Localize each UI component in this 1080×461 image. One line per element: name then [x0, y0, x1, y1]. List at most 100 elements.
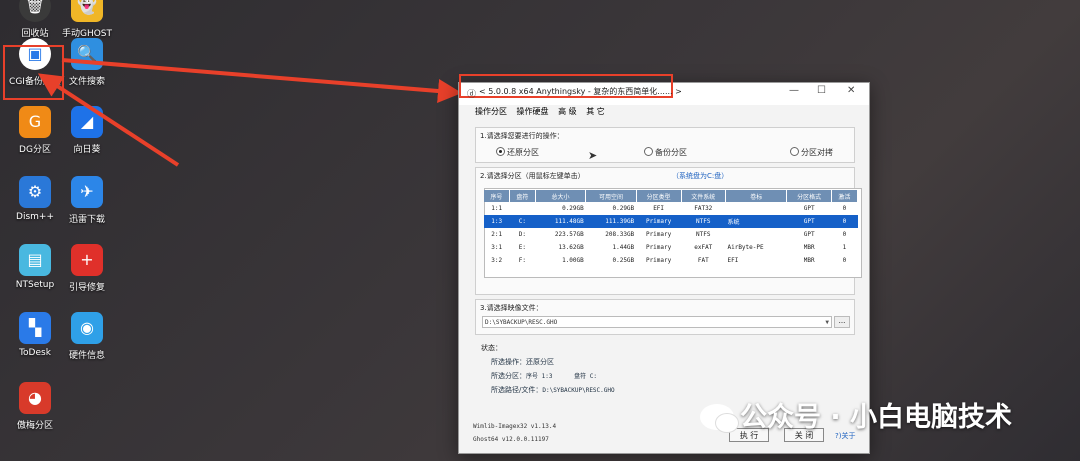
column-header[interactable]: 激活 — [831, 190, 859, 202]
table-cell: F: — [518, 257, 526, 264]
chevron-down-icon: ▼ — [825, 319, 829, 326]
partition-row[interactable]: 1:3 C: 111.48GB 111.39GB Primary NTFS 系统 GPT 0 — [484, 215, 858, 228]
table-cell: 3:1 — [491, 244, 503, 251]
minimize-button[interactable]: — — [789, 85, 799, 96]
status-group: 状态： 所选操作：还原分区 所选分区：序号 1:3 盘符 C: 所选路径/文件：… — [475, 339, 853, 403]
radio-selected-icon — [496, 147, 505, 156]
table-cell: 0.25GB — [612, 257, 635, 264]
table-cell: E: — [518, 244, 526, 251]
image-file-group-title: 3.请选择映像文件： — [480, 304, 543, 312]
table-cell: exFAT — [694, 244, 713, 251]
menu-item-partition[interactable]: 操作分区 — [475, 107, 507, 116]
radio-icon — [790, 147, 799, 156]
arrow-to-title — [61, 58, 462, 103]
table-cell: Primary — [645, 244, 672, 251]
menu-item-disk[interactable]: 操作硬盘 — [517, 107, 549, 116]
status-partition: 所选分区：序号 1:3 盘符 C: — [491, 372, 597, 380]
status-path: 所选路径/文件：D:\SYBACKUP\RESC.GHO — [491, 386, 615, 394]
title-bar: ⓓ < 5.0.0.8 x64 Anythingsky - 复杂的东西简单化..… — [459, 74, 869, 105]
table-cell: 208.33GB — [605, 231, 635, 238]
partition-group: 2.请选择分区（用鼠标左键单击） （系统盘为C:盘） 序号 盘符 总大小 可用空间 分区… — [475, 167, 862, 295]
system-disk-note: （系统盘为C:盘） — [672, 172, 729, 180]
table-cell — [725, 228, 786, 241]
window-title: < 5.0.0.8 x64 Anythingsky - 复杂的东西简单化....… — [479, 87, 682, 96]
table-cell: GPT — [786, 215, 832, 228]
table-cell: 3:2 — [491, 257, 503, 264]
table-cell: C: — [509, 215, 536, 228]
table-cell: 0 — [842, 231, 847, 238]
table-cell: GPT — [803, 205, 815, 212]
ghost-version: Ghost64 v12.0.0.11197 — [473, 436, 549, 443]
table-cell: FAT32 — [694, 205, 713, 212]
partition-row[interactable]: 3:2 F: 1.00GB 0.25GB Primary FAT EFI MBR 0 — [484, 254, 858, 267]
mouse-cursor-icon: ➤ — [588, 149, 598, 162]
menu-item-other[interactable]: 其 它 — [586, 107, 605, 116]
table-cell: Primary — [636, 215, 682, 228]
table-cell: AirByte-PE — [727, 244, 764, 251]
menu-bar: 操作分区 操作硬盘 高 级 其 它 — [475, 106, 612, 117]
table-cell — [509, 202, 535, 215]
table-cell: 0.29GB — [562, 205, 584, 212]
watermark: 公众号 · 小白电脑技术 — [700, 395, 1012, 434]
table-cell: 111.48GB — [535, 215, 586, 228]
operation-group: 1.请选择您要进行的操作： 还原分区 备份分区 分区对拷 ➤ — [475, 127, 855, 163]
arrow-to-icon — [37, 73, 180, 167]
column-header[interactable]: 卷标 — [725, 190, 788, 202]
table-cell: 2:1 — [491, 231, 503, 238]
table-cell: Primary — [645, 257, 672, 264]
table-cell: Primary — [645, 231, 672, 238]
column-header[interactable]: 文件系统 — [681, 190, 726, 202]
table-cell: EFI — [653, 205, 665, 212]
table-cell: 1:3 — [484, 215, 510, 228]
restore-radio[interactable]: 还原分区 — [496, 147, 539, 158]
table-cell: NTFS — [696, 231, 711, 238]
browse-button[interactable]: ... — [834, 316, 850, 328]
status-title: 状态： — [481, 344, 502, 352]
partition-row[interactable]: 1:1 0.29GB 0.29GB EFI FAT32 GPT 0 — [484, 202, 858, 215]
wechat-icon — [700, 404, 739, 433]
radio-icon — [644, 147, 653, 156]
status-operation: 所选操作：还原分区 — [491, 358, 554, 366]
table-cell: 1.00GB — [562, 257, 584, 264]
table-cell: 111.39GB — [585, 215, 637, 228]
wimlib-version: Wimlib-Imagex32 v1.13.4 — [473, 423, 557, 430]
maximize-button[interactable]: ☐ — [817, 85, 826, 96]
table-cell: 13.62GB — [558, 244, 584, 251]
column-header[interactable]: 盘符 — [509, 190, 536, 202]
partition-row[interactable]: 3:1 E: 13.62GB 1.44GB Primary exFAT AirByte-PE… — [484, 241, 858, 254]
app-icon: ⓓ — [467, 90, 477, 100]
column-header[interactable]: 分区格式 — [786, 190, 832, 202]
table-cell: D: — [518, 231, 526, 238]
image-path-combo[interactable]: D:\SYBACKUP\RESC.GHO ▼ — [482, 316, 832, 328]
column-header[interactable]: 可用空间 — [585, 190, 637, 202]
table-cell: MBR — [803, 244, 815, 251]
table-cell: 223.57GB — [554, 231, 584, 238]
table-cell — [725, 202, 786, 215]
table-cell: 1:1 — [491, 205, 503, 212]
partition-group-title: 2.请选择分区（用鼠标左键单击） — [480, 172, 585, 180]
table-cell: 0 — [842, 205, 847, 212]
table-cell: FAT — [697, 257, 709, 264]
table-cell: 0.29GB — [612, 205, 635, 212]
menu-item-advanced[interactable]: 高 级 — [558, 107, 577, 116]
image-path-value: D:\SYBACKUP\RESC.GHO — [485, 319, 558, 326]
column-header[interactable]: 分区类型 — [636, 190, 682, 202]
operation-group-title: 1.请选择您要进行的操作： — [480, 132, 564, 140]
table-cell: MBR — [803, 257, 815, 264]
image-file-group: 3.请选择映像文件： D:\SYBACKUP\RESC.GHO ▼ ... — [475, 299, 855, 335]
table-cell: 1 — [842, 244, 847, 251]
close-window-button[interactable]: ✕ — [847, 85, 855, 96]
partition-table: 序号 盘符 总大小 可用空间 分区类型 文件系统 卷标 分区格式 激活 1:1 0.29GB 0.2… — [484, 190, 859, 267]
table-cell: EFI — [727, 257, 739, 264]
table-cell: NTFS — [681, 215, 726, 228]
table-cell: 系统 — [725, 215, 787, 228]
backup-radio[interactable]: 备份分区 — [644, 147, 687, 158]
partition-row[interactable]: 2:1 D: 223.57GB 208.33GB Primary NTFS GPT 0 — [484, 228, 858, 241]
table-cell: GPT — [803, 231, 815, 238]
table-cell: 0 — [831, 215, 858, 228]
column-header[interactable]: 总大小 — [535, 190, 587, 202]
table-cell: 0 — [842, 257, 847, 264]
table-cell: 1.44GB — [612, 244, 635, 251]
column-header[interactable]: 序号 — [484, 190, 510, 202]
clone-radio[interactable]: 分区对拷 — [790, 147, 833, 158]
